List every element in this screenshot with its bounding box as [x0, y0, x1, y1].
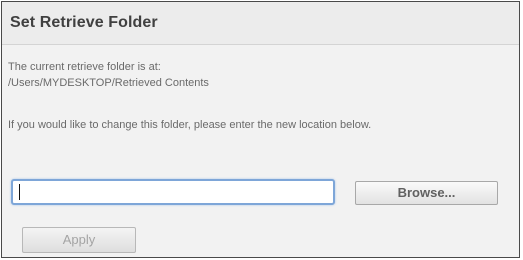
- text-caret: [19, 184, 20, 200]
- dialog-title: Set Retrieve Folder: [10, 14, 158, 31]
- browse-button[interactable]: Browse...: [355, 181, 498, 205]
- title-bar: Set Retrieve Folder: [2, 2, 519, 44]
- current-folder-label: The current retrieve folder is at:: [8, 61, 161, 73]
- current-folder-path: /Users/MYDESKTOP/Retrieved Contents: [8, 77, 209, 89]
- apply-button[interactable]: Apply: [22, 227, 136, 253]
- change-folder-instructions: If you would like to change this folder,…: [8, 119, 372, 131]
- folder-path-input[interactable]: [11, 179, 335, 205]
